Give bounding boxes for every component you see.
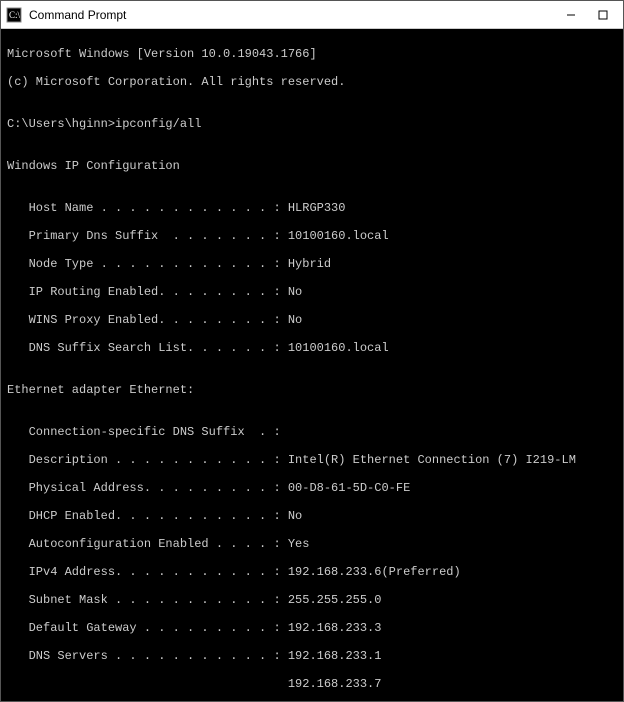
subnet-mask-line: Subnet Mask . . . . . . . . . . . : 255.… (7, 593, 617, 607)
dns-servers-cont-line: 192.168.233.7 (7, 677, 617, 691)
description-line: Description . . . . . . . . . . . : Inte… (7, 453, 617, 467)
node-type-line: Node Type . . . . . . . . . . . . : Hybr… (7, 257, 617, 271)
minimize-button[interactable] (555, 1, 587, 29)
prompt-command-line: C:\Users\hginn>ipconfig/all (7, 117, 617, 131)
terminal-output[interactable]: Microsoft Windows [Version 10.0.19043.17… (1, 29, 623, 701)
physical-address-line: Physical Address. . . . . . . . . : 00-D… (7, 481, 617, 495)
dns-servers-line: DNS Servers . . . . . . . . . . . : 192.… (7, 649, 617, 663)
adapter-header: Ethernet adapter Ethernet: (7, 383, 617, 397)
default-gateway-line: Default Gateway . . . . . . . . . : 192.… (7, 621, 617, 635)
ipv4-address-line: IPv4 Address. . . . . . . . . . . : 192.… (7, 565, 617, 579)
conn-dns-suffix-line: Connection-specific DNS Suffix . : (7, 425, 617, 439)
version-line: Microsoft Windows [Version 10.0.19043.17… (7, 47, 617, 61)
ip-routing-line: IP Routing Enabled. . . . . . . . : No (7, 285, 617, 299)
window-title: Command Prompt (29, 8, 555, 22)
dhcp-enabled-line: DHCP Enabled. . . . . . . . . . . : No (7, 509, 617, 523)
host-name-line: Host Name . . . . . . . . . . . . : HLRG… (7, 201, 617, 215)
copyright-line: (c) Microsoft Corporation. All rights re… (7, 75, 617, 89)
svg-text:C:\: C:\ (9, 10, 21, 20)
maximize-button[interactable] (587, 1, 619, 29)
window-controls (555, 1, 619, 29)
cmd-icon: C:\ (5, 6, 23, 24)
dns-suffix-search-line: DNS Suffix Search List. . . . . . : 1010… (7, 341, 617, 355)
primary-dns-suffix-line: Primary Dns Suffix . . . . . . . : 10100… (7, 229, 617, 243)
autoconfig-line: Autoconfiguration Enabled . . . . : Yes (7, 537, 617, 551)
wins-proxy-line: WINS Proxy Enabled. . . . . . . . : No (7, 313, 617, 327)
titlebar[interactable]: C:\ Command Prompt (1, 1, 623, 29)
command-prompt-window: C:\ Command Prompt Microsoft Windows [Ve… (0, 0, 624, 702)
section-header: Windows IP Configuration (7, 159, 617, 173)
